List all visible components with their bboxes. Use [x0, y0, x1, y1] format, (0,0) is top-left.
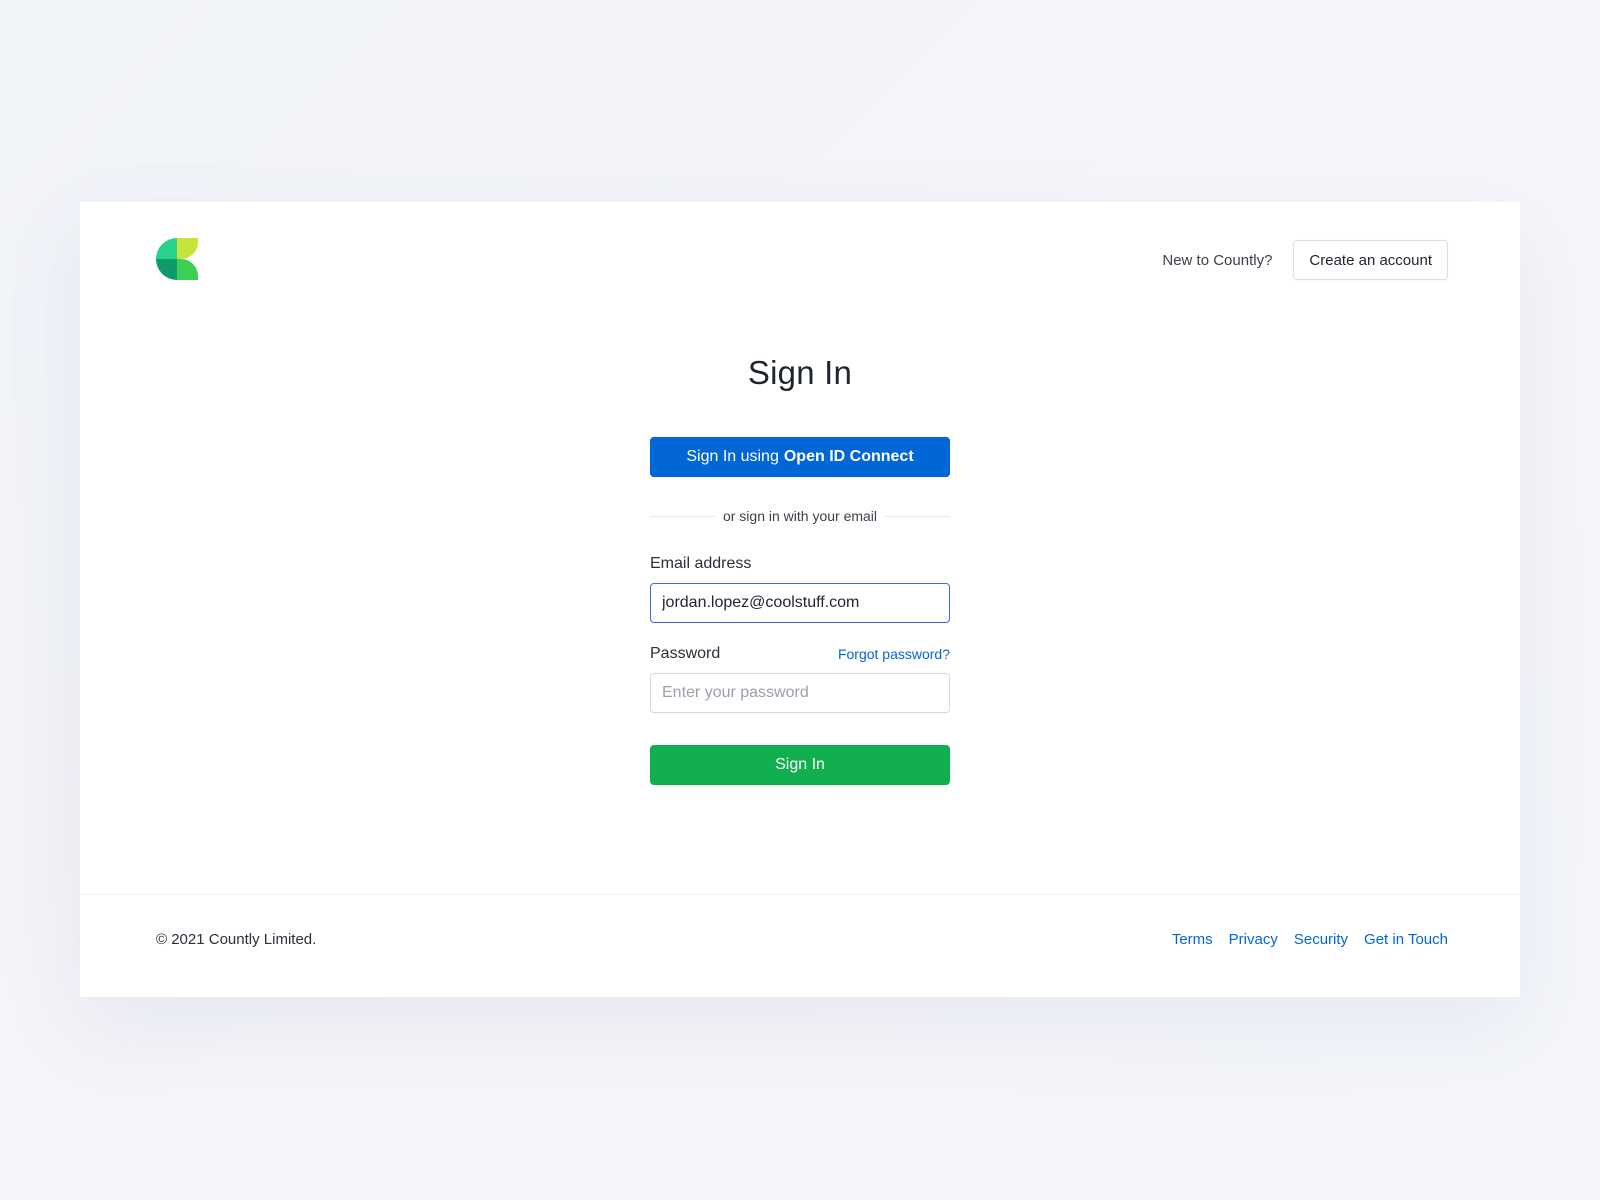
footer-links: Terms Privacy Security Get in Touch [1172, 931, 1448, 948]
footer-link-terms[interactable]: Terms [1172, 931, 1213, 948]
password-field[interactable] [650, 673, 950, 713]
create-account-button[interactable]: Create an account [1293, 240, 1448, 280]
email-divider: or sign in with your email [650, 508, 950, 524]
oidc-button-prefix: Sign In using [686, 448, 779, 465]
password-label: Password [650, 645, 721, 662]
divider-line-right [885, 515, 950, 517]
page-title: Sign In [747, 354, 853, 391]
divider-text: or sign in with your email [722, 508, 878, 524]
login-card: New to Countly? Create an account Sign I… [80, 202, 1520, 997]
footer-link-contact[interactable]: Get in Touch [1364, 931, 1448, 948]
footer-link-security[interactable]: Security [1294, 931, 1348, 948]
oidc-button-provider: Open ID Connect [783, 448, 914, 465]
footer-divider [80, 894, 1520, 895]
signin-button[interactable]: Sign In [650, 745, 950, 785]
countly-logo-icon[interactable] [156, 238, 198, 280]
email-field[interactable] [650, 583, 950, 623]
email-label: Email address [650, 555, 752, 572]
new-user-prompt: New to Countly? [1162, 251, 1273, 269]
divider-line-left [650, 515, 715, 517]
forgot-password-link[interactable]: Forgot password? [838, 646, 950, 662]
header-actions: New to Countly? Create an account [1162, 240, 1448, 280]
oidc-signin-button[interactable]: Sign In using Open ID Connect [650, 437, 950, 477]
footer-link-privacy[interactable]: Privacy [1229, 931, 1278, 948]
copyright-text: © 2021 Countly Limited. [156, 931, 317, 948]
